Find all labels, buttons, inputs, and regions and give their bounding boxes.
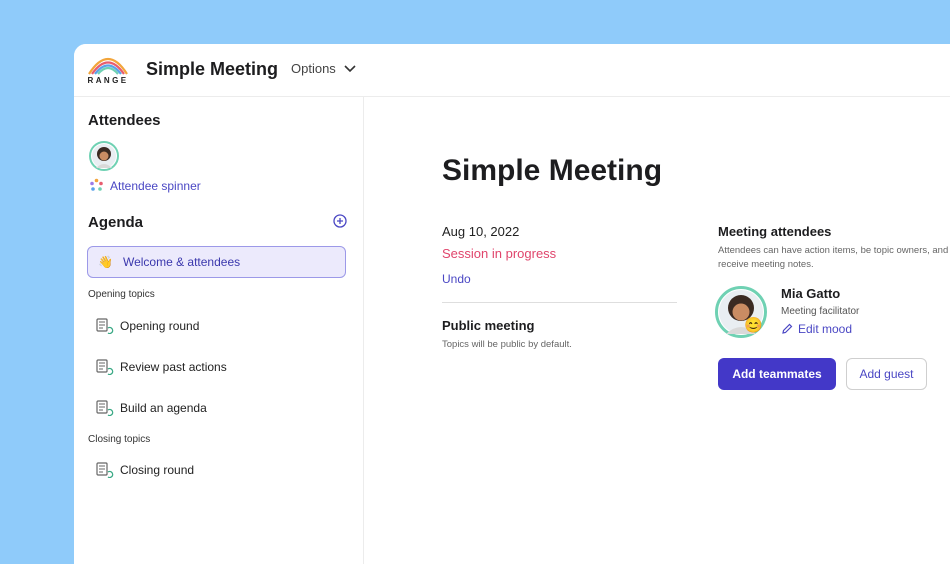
topic-doc-icon xyxy=(96,462,114,478)
topic-doc-icon xyxy=(96,400,114,416)
meeting-date: Aug 10, 2022 xyxy=(442,224,520,239)
group-label-closing: Closing topics xyxy=(88,434,151,445)
sidebar: Attendees Attendee spinner Agenda 👋 Welc… xyxy=(74,96,364,564)
meeting-attendees-description: Attendees can have action items, be topi… xyxy=(718,245,949,270)
logo-text: RANGE xyxy=(87,76,129,85)
options-label: Options xyxy=(291,61,336,76)
attendee-name: Mia Gatto xyxy=(781,286,841,301)
agenda-item-welcome[interactable]: 👋 Welcome & attendees xyxy=(87,246,346,278)
topic-doc-icon xyxy=(96,359,114,375)
main-panel: Simple Meeting Aug 10, 2022 Session in p… xyxy=(364,96,950,564)
pencil-icon xyxy=(782,323,793,334)
public-meeting-title: Public meeting xyxy=(442,318,535,333)
public-meeting-description: Topics will be public by default. xyxy=(442,339,572,350)
agenda-item-build-an-agenda[interactable]: Build an agenda xyxy=(96,400,207,416)
range-logo-icon xyxy=(88,57,128,75)
group-label-opening: Opening topics xyxy=(88,289,155,300)
add-guest-button[interactable]: Add guest xyxy=(846,358,927,390)
attendee-spinner-link[interactable]: Attendee spinner xyxy=(89,178,201,193)
app-title: Simple Meeting xyxy=(146,59,279,79)
attendee-role: Meeting facilitator xyxy=(781,306,860,317)
topic-doc-icon xyxy=(96,318,114,334)
divider xyxy=(442,302,677,303)
options-menu[interactable]: Options xyxy=(291,61,356,76)
avatar[interactable] xyxy=(89,141,119,171)
agenda-item-label: Review past actions xyxy=(120,360,227,374)
top-bar: RANGE Simple Meeting Options xyxy=(74,44,950,97)
agenda-item-label: Opening round xyxy=(120,319,200,333)
undo-link[interactable]: Undo xyxy=(442,272,471,286)
attendee-spinner-label: Attendee spinner xyxy=(110,178,201,193)
edit-mood-link[interactable]: Edit mood xyxy=(781,322,852,336)
spinner-dots-icon xyxy=(90,178,103,191)
agenda-item-closing-round[interactable]: Closing round xyxy=(96,462,194,478)
mood-emoji-icon: 😊 xyxy=(744,317,763,334)
app-window: RANGE Simple Meeting Options Attendees A… xyxy=(74,44,950,564)
agenda-heading: Agenda xyxy=(88,214,144,231)
page-title: Simple Meeting xyxy=(442,154,663,187)
plus-circle-icon[interactable] xyxy=(333,214,347,228)
edit-mood-label: Edit mood xyxy=(798,322,853,336)
wave-emoji-icon: 👋 xyxy=(98,255,113,269)
agenda-item-label: Build an agenda xyxy=(120,401,207,415)
chevron-down-icon xyxy=(344,64,356,72)
range-logo[interactable]: RANGE xyxy=(86,50,130,90)
meeting-attendees-heading: Meeting attendees xyxy=(718,224,832,239)
agenda-item-review-past-actions[interactable]: Review past actions xyxy=(96,359,227,375)
person-avatar-icon xyxy=(92,144,116,168)
session-status: Session in progress xyxy=(442,246,557,261)
agenda-item-label: Welcome & attendees xyxy=(122,255,241,269)
agenda-item-opening-round[interactable]: Opening round xyxy=(96,318,199,334)
agenda-item-label: Closing round xyxy=(120,463,195,477)
attendees-heading: Attendees xyxy=(88,112,161,129)
add-teammates-button[interactable]: Add teammates xyxy=(718,358,836,390)
